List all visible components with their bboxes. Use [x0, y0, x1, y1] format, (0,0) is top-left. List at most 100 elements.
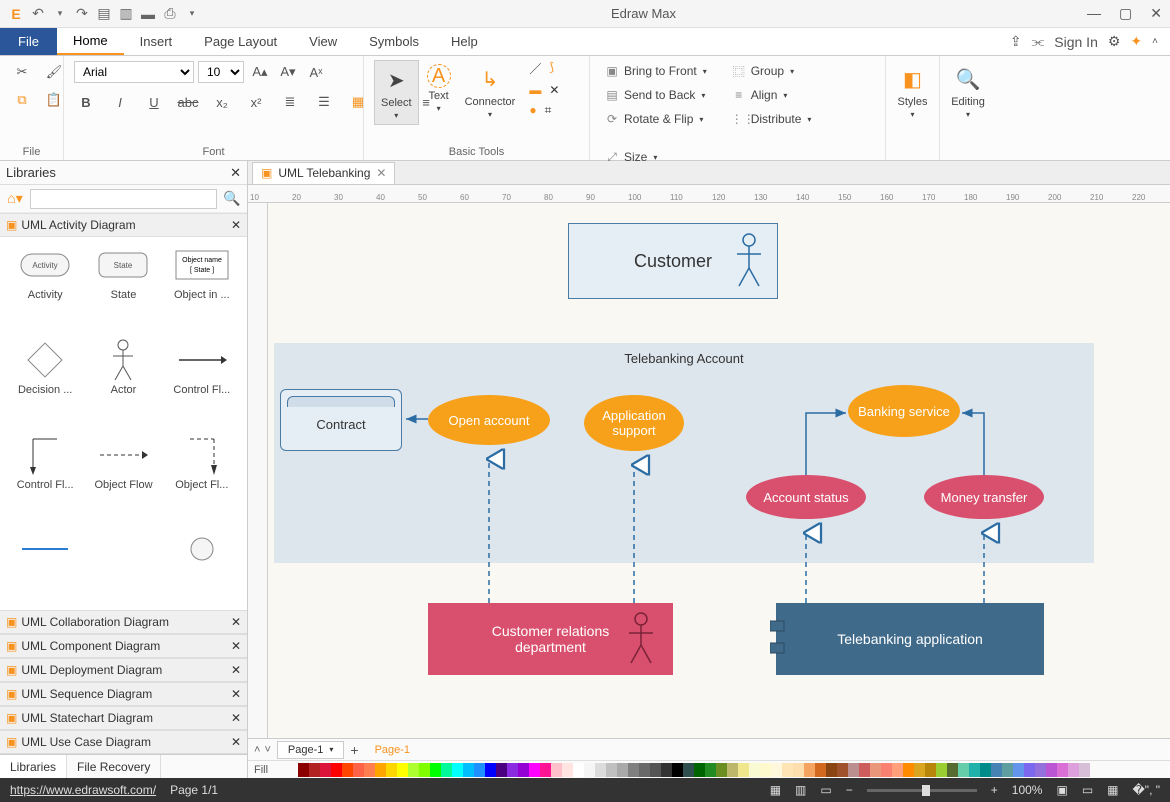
rect-shape-icon[interactable]: ▬ [529, 83, 541, 97]
superscript-button[interactable]: x² [244, 90, 268, 114]
status-url[interactable]: https://www.edrawsoft.com/ [10, 783, 156, 797]
shape-object-flow2[interactable]: Object Fl... [165, 435, 239, 520]
apps-icon[interactable]: ✦ [1130, 33, 1142, 50]
italic-button[interactable]: I [108, 90, 132, 114]
node-money-transfer[interactable]: Money transfer [924, 475, 1044, 519]
ellipse-shape-icon[interactable]: ● [529, 103, 536, 118]
underline-button[interactable]: U [142, 90, 166, 114]
export-icon[interactable]: ⇪ [1010, 33, 1022, 50]
section-deployment[interactable]: ▣UML Deployment Diagram✕ [0, 658, 247, 682]
libraries-close-icon[interactable]: ✕ [230, 165, 241, 181]
grid-icon[interactable]: ▦ [1107, 783, 1118, 797]
search-icon[interactable]: 🔍 [221, 190, 243, 207]
page-down-icon[interactable]: ˅ [264, 744, 270, 756]
arc-shape-icon[interactable]: ⟆ [549, 60, 554, 77]
zoom-in-button[interactable]: + [991, 783, 998, 797]
shape-actor[interactable]: Actor [86, 340, 160, 425]
shape-object-flow[interactable]: Object Flow [86, 435, 160, 520]
shape-activity[interactable]: ActivityActivity [8, 245, 82, 330]
shape-object[interactable]: Object name[ State ]Object in ... [165, 245, 239, 330]
tab-view[interactable]: View [293, 28, 353, 55]
shape-control-flow2[interactable]: Control Fl... [8, 435, 82, 520]
node-account-status[interactable]: Account status [746, 475, 866, 519]
node-open-account[interactable]: Open account [428, 395, 550, 445]
node-app-support[interactable]: Application support [584, 395, 684, 451]
fit-page-icon[interactable]: ▣ [1056, 783, 1067, 797]
tab-insert[interactable]: Insert [124, 28, 189, 55]
section-uml-activity[interactable]: ▣UML Activity Diagram ✕ [0, 213, 247, 237]
node-customer[interactable]: Customer [568, 223, 778, 299]
paste-icon[interactable]: 📋 [42, 88, 66, 112]
new-file-icon[interactable]: ▤ [96, 6, 112, 22]
shape-decision[interactable]: Decision ... [8, 340, 82, 425]
font-name-select[interactable]: Arial [74, 61, 194, 83]
doc-tab[interactable]: ▣ UML Telebanking ✕ [252, 162, 395, 184]
crop-icon[interactable]: ✕ [549, 83, 559, 97]
open-file-icon[interactable]: ▥ [118, 6, 134, 22]
section-sequence[interactable]: ▣UML Sequence Diagram✕ [0, 682, 247, 706]
save-icon[interactable]: ▬ [140, 6, 156, 22]
minimize-button[interactable]: — [1087, 5, 1101, 22]
strike-button[interactable]: abc [176, 90, 200, 114]
shape-state[interactable]: StateState [86, 245, 160, 330]
section-statechart[interactable]: ▣UML Statechart Diagram✕ [0, 706, 247, 730]
maximize-button[interactable]: ▢ [1119, 5, 1132, 22]
section-usecase[interactable]: ▣UML Use Case Diagram✕ [0, 730, 247, 754]
clear-format-icon[interactable]: Aˣ [304, 60, 328, 84]
qat-more-icon[interactable]: ▾ [184, 6, 200, 22]
align-button[interactable]: ≡Align▾ [727, 84, 816, 106]
file-tab[interactable]: File [0, 28, 57, 55]
bold-button[interactable]: B [74, 90, 98, 114]
view-outline-icon[interactable]: ▥ [795, 783, 806, 797]
tab-symbols[interactable]: Symbols [353, 28, 435, 55]
page-up-icon[interactable]: ˄ [254, 744, 260, 756]
font-size-select[interactable]: 10 [198, 61, 244, 83]
tab-home[interactable]: Home [57, 28, 124, 55]
distribute-button[interactable]: ⋮⋮Distribute▾ [727, 108, 816, 130]
undo-icon[interactable]: ↶ [30, 6, 46, 22]
group-button[interactable]: ⿴Group▾ [727, 60, 816, 82]
node-banking-service[interactable]: Banking service [848, 385, 960, 437]
print-icon[interactable]: ⎙ [162, 6, 178, 22]
redo-icon[interactable]: ↷ [74, 6, 90, 22]
styles-button[interactable]: ◧ Styles▾ [896, 60, 929, 123]
close-button[interactable]: ✕ [1150, 5, 1162, 22]
library-search-input[interactable] [30, 189, 217, 209]
section-component[interactable]: ▣UML Component Diagram✕ [0, 634, 247, 658]
fit-width-icon[interactable]: ▭ [1082, 783, 1093, 797]
bullets-icon[interactable]: ☰ [312, 90, 336, 114]
node-tele-app[interactable]: Telebanking application [776, 603, 1044, 675]
line-shape-icon[interactable]: ／ [529, 60, 541, 77]
node-cust-relations[interactable]: Customer relations department [428, 603, 673, 675]
rotate-flip[interactable]: ⟳Rotate & Flip▾ [600, 108, 711, 130]
sign-in-link[interactable]: Sign In [1054, 34, 1098, 50]
color-swatches[interactable] [298, 763, 1170, 777]
decrease-font-icon[interactable]: A▾ [276, 60, 300, 84]
qat-dropdown-icon[interactable]: ▾ [52, 6, 68, 22]
cut-icon[interactable]: ✂ [10, 60, 34, 84]
section-close-icon[interactable]: ✕ [231, 218, 241, 232]
collapse-ribbon-icon[interactable]: ˄ [1152, 36, 1158, 47]
canvas[interactable]: Customer Telebanking Account Contract Op… [268, 203, 1170, 738]
editing-button[interactable]: 🔍 Editing▾ [950, 60, 986, 123]
view-normal-icon[interactable]: ▦ [770, 783, 781, 797]
crop2-icon[interactable]: ⌗ [545, 103, 552, 118]
tab-help[interactable]: Help [435, 28, 494, 55]
bring-to-front[interactable]: ▣Bring to Front▾ [600, 60, 711, 82]
share-icon[interactable]: ⫘ [1032, 33, 1045, 50]
line-spacing-icon[interactable]: ≣ [278, 90, 302, 114]
doc-tab-close-icon[interactable]: ✕ [376, 166, 386, 180]
zoom-out-button[interactable]: − [846, 783, 853, 797]
page-tab[interactable]: Page-1▾ [277, 741, 345, 759]
subscript-button[interactable]: x₂ [210, 90, 234, 114]
shape-vline[interactable] [86, 529, 160, 602]
libs-tab-libraries[interactable]: Libraries [0, 755, 67, 778]
home-icon[interactable]: ⌂▾ [4, 190, 26, 207]
select-tool[interactable]: ➤ Select▾ [374, 60, 419, 125]
tab-page-layout[interactable]: Page Layout [188, 28, 293, 55]
copy-icon[interactable]: ⧉ [10, 88, 34, 112]
send-to-back[interactable]: ▤Send to Back▾ [600, 84, 711, 106]
zoom-slider[interactable] [867, 789, 977, 792]
shape-initial[interactable] [165, 529, 239, 602]
increase-font-icon[interactable]: A▴ [248, 60, 272, 84]
